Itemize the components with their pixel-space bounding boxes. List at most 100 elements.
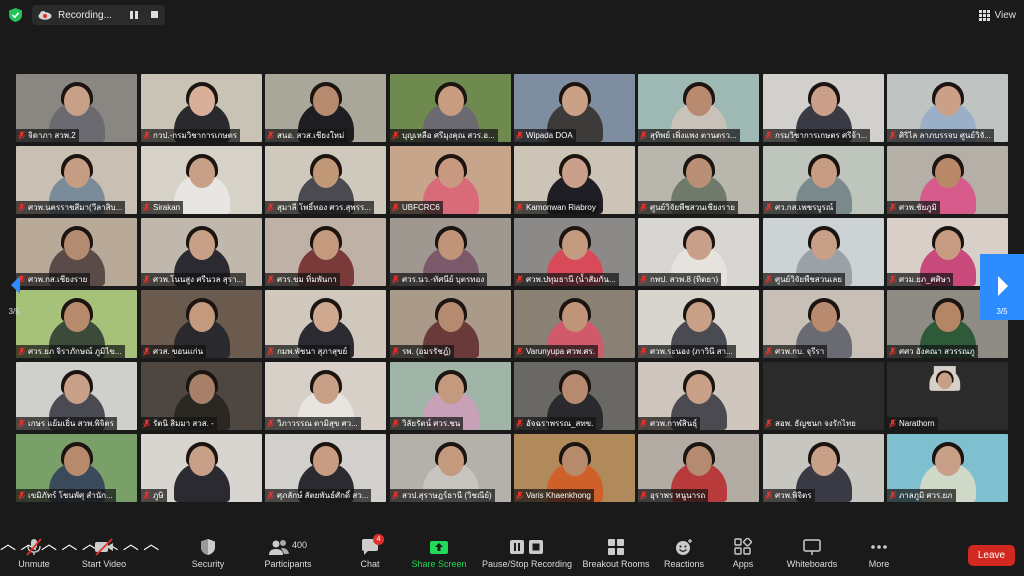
muted-mic-icon (18, 131, 25, 140)
top-bar: Recording... View (0, 0, 1024, 30)
participant-name-label: ศวร.ยภ จิราภักษณ์ ภูมิไข... (28, 347, 122, 356)
participant-tile[interactable]: สอพ. ธัญชนก จงรักไทย (763, 362, 884, 430)
participant-tile[interactable]: Varis Khaenkhong (514, 434, 635, 502)
stop-recording-icon[interactable] (151, 11, 158, 18)
view-button[interactable]: View (978, 6, 1017, 24)
participant-tile[interactable]: ศวพ.กาฬสินธุ์ (638, 362, 759, 430)
participant-tile[interactable]: ศวร.ขม ทิ่มพันกา (265, 218, 386, 286)
muted-mic-icon (889, 491, 896, 500)
participant-tile[interactable]: กรมวิชาการเกษตร ศรีจ้า... (763, 74, 884, 142)
whiteboards-options-caret-icon[interactable]: ︿ (143, 536, 159, 553)
participant-name: ศวพ.ปทุมธานี (น้ำสัมกัน... (514, 273, 619, 286)
reactions-label: Reactions (663, 559, 705, 569)
muted-mic-icon (640, 131, 647, 140)
participant-tile[interactable]: ศุภลักษ์ สัตยพันธ์ศักดิ์ สว... (265, 434, 386, 502)
participant-tile[interactable]: ภาลภูมิ ศวร.ยภ (887, 434, 1008, 502)
participant-tile[interactable]: เขมิภัทร์ โชนพัศุ สำนัก... (16, 434, 137, 502)
participant-name: ศวพ.ชัยภูมิ (887, 201, 940, 214)
participant-tile[interactable]: ศว.กส.เพชรบูรณ์ (763, 146, 884, 214)
participant-tile[interactable]: Kamonwan Riabroy (514, 146, 635, 214)
participant-tile[interactable]: กมพ.พัชนา สุภาสุขย์ (265, 290, 386, 358)
security-button[interactable]: Security (190, 538, 226, 574)
chat-button[interactable]: 4 Chat (356, 534, 384, 574)
participant-tile[interactable]: ศวส. ขอนแก่น (141, 290, 262, 358)
participant-name: อุราพร หนูนารถ (638, 489, 709, 502)
recording-cloud-icon (38, 11, 52, 20)
participant-tile[interactable]: ศวพ.กบ. จุรีรา (763, 290, 884, 358)
participant-name-label: เขมิภัทร์ โชนพัศุ สำนัก... (28, 491, 113, 500)
breakout-rooms-button[interactable]: Breakout Rooms (582, 538, 650, 574)
participant-tile[interactable]: ศวร.นว.-ทัศนีย์ บุตรทอง (390, 218, 511, 286)
participant-tile[interactable]: ศวพ.ระนอง (ภาวินี สา... (638, 290, 759, 358)
participant-tile[interactable]: สวป.สุราษฎร์ธานี (วิชณีย์) (390, 434, 511, 502)
participant-tile[interactable]: บุญเหลือ ศรีมุงคุณ สวร.อ... (390, 74, 511, 142)
participant-tile[interactable]: ภูษิ (141, 434, 262, 502)
participant-name: บุญเหลือ ศรีมุงคุณ สวร.อ... (390, 129, 498, 142)
participant-name-label: กรมวิชาการเกษตร ศรีจ้า... (775, 131, 868, 140)
participant-tile[interactable]: วิลัยรัตน์ ศวร.ชน (390, 362, 511, 430)
participant-tile[interactable]: Wipada DOA (514, 74, 635, 142)
grid-view-icon (978, 9, 990, 21)
participant-tile[interactable]: สนอ. สวส.เชียงใหม่ (265, 74, 386, 142)
participant-name: สวป.สุราษฎร์ธานี (วิชณีย์) (390, 489, 495, 502)
participant-tile[interactable]: Varunyupa ศวพ.ศร. (514, 290, 635, 358)
apps-button[interactable]: Apps (728, 538, 758, 574)
previous-page-button[interactable]: 3/5 (0, 254, 28, 320)
leave-button[interactable]: Leave (968, 545, 1015, 566)
unmute-button[interactable]: Unmute (14, 538, 54, 574)
participant-tile[interactable]: เกษร แย้มเยิ่น สวพ.พิจิตร (16, 362, 137, 430)
participant-tile[interactable]: จิดาภา สวพ.2 (16, 74, 137, 142)
more-button[interactable]: More (864, 538, 894, 574)
muted-mic-icon (516, 419, 523, 428)
participant-tile[interactable]: ศวพ.พิจิตร (763, 434, 884, 502)
participant-tile[interactable]: สุทิพย์ เพิ่งแพง ตานตรว... (638, 74, 759, 142)
participant-name: สอพ. ธัญชนก จงรักไทย (763, 417, 859, 430)
participant-tile[interactable]: รพ. (อมรรัชฎ์) (390, 290, 511, 358)
muted-mic-icon (640, 419, 647, 428)
pause-recording-icon[interactable] (130, 11, 138, 19)
next-page-button[interactable]: 3/5 (980, 254, 1024, 320)
participant-tile[interactable]: อัจฉราพรรณ_สทข. (514, 362, 635, 430)
participant-name-label: วิภาวรรณ ตามิสุข ศว... (277, 419, 358, 428)
participant-tile[interactable]: ศวพ.นครราชสีมา(วีลาสิบ... (16, 146, 137, 214)
participant-tile[interactable]: กพป. สวพ.8 (ทิดยา) (638, 218, 759, 286)
participant-tile[interactable]: รัตนิ สิมมา สวส. - (141, 362, 262, 430)
participant-tile[interactable]: อุราพร หนูนารถ (638, 434, 759, 502)
muted-mic-icon (889, 419, 896, 428)
participant-tile[interactable]: UBFCRC6 (390, 146, 511, 214)
participant-tile[interactable]: ศวพ.ชัยภูมิ (887, 146, 1008, 214)
participant-tile[interactable]: สุมาลี โพธิ์ทอง ศวร.สุพรร... (265, 146, 386, 214)
view-label: View (994, 9, 1017, 21)
reactions-button[interactable]: Reactions (664, 538, 704, 574)
participant-tile[interactable]: ศวพ.โนนสูง ศรีนวล สุรา... (141, 218, 262, 286)
chat-options-caret-icon[interactable]: ︿ (61, 536, 77, 553)
share-screen-label: Share Screen (411, 559, 467, 569)
participant-tile[interactable]: วิภาวรรณ ตามิสุข ศว... (265, 362, 386, 430)
participant-tile[interactable]: Narathorn (887, 362, 1008, 430)
participant-tile[interactable]: ศูนย์วิจัยพืชสวนเชียงราย (638, 146, 759, 214)
muted-mic-icon (143, 419, 150, 428)
participant-tile[interactable]: ศวพ.ปทุมธานี (น้ำสัมกัน... (514, 218, 635, 286)
participant-name-label: รพ. (อมรรัชฎ์) (402, 347, 451, 356)
pause-stop-recording-button[interactable]: Pause/Stop Recording (482, 538, 572, 574)
share-screen-button[interactable]: Share Screen (411, 538, 467, 574)
whiteboards-button[interactable]: Whiteboards (784, 538, 840, 574)
participant-name-label: ศวพ.โนนสูง ศรีนวล สุรา... (153, 275, 244, 284)
participant-name-label: ศวพ.ปทุมธานี (น้ำสัมกัน... (526, 275, 616, 284)
participant-tile[interactable]: ศวพ.กส.เชียงราย (16, 218, 137, 286)
participant-name: เขมิภัทร์ โชนพัศุ สำนัก... (16, 489, 116, 502)
participant-name-label: สวป.สุราษฎร์ธานี (วิชณีย์) (402, 491, 492, 500)
participant-tile[interactable]: ศวร.ยภ จิราภักษณ์ ภูมิไข... (16, 290, 137, 358)
participant-name: อัจฉราพรรณ_สทข. (514, 417, 597, 430)
participant-name: ศวร.ยภ จิราภักษณ์ ภูมิไข... (16, 345, 125, 358)
participant-tile[interactable]: ศิริไล ลาภบรรจบ ศูนย์วิจั... (887, 74, 1008, 142)
participant-tile[interactable]: ศูนย์วิจัยพืชสวนเลย (763, 218, 884, 286)
participant-tile[interactable]: Sirakan (141, 146, 262, 214)
shield-icon[interactable] (9, 8, 22, 22)
participant-tile[interactable]: กวป.-กรมวิชาการเกษตร (141, 74, 262, 142)
participants-button[interactable]: 400 Participants (262, 538, 314, 574)
participant-name-label: ศวร.นว.-ทัศนีย์ บุตรทอง (402, 275, 485, 284)
unmute-label: Unmute (18, 559, 50, 569)
participant-name-label: บุญเหลือ ศรีมุงคุณ สวร.อ... (402, 131, 495, 140)
start-video-button[interactable]: Start Video (80, 538, 128, 574)
